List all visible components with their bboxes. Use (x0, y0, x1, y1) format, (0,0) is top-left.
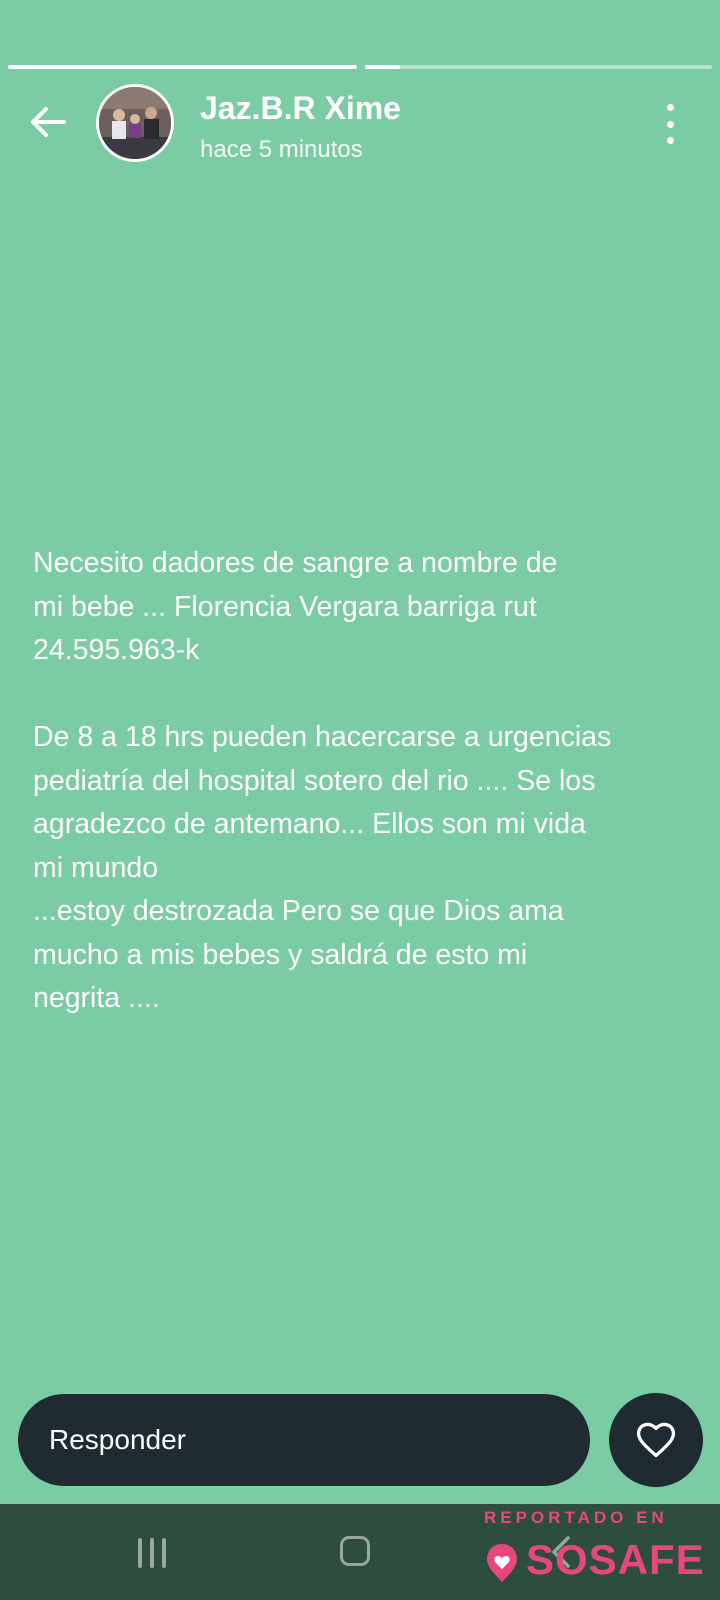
progress-segment-1 (8, 65, 357, 69)
more-vert-icon (666, 104, 674, 111)
more-options-button[interactable] (660, 104, 680, 144)
progress-fill-2 (365, 65, 400, 69)
home-icon[interactable] (340, 1536, 370, 1566)
heart-outline-icon (636, 1422, 676, 1458)
recents-icon[interactable] (138, 1538, 166, 1568)
reply-input[interactable]: Responder (18, 1394, 590, 1486)
arrow-left-icon (31, 107, 66, 137)
like-button[interactable] (609, 1393, 703, 1487)
story-progress (8, 65, 712, 69)
avatar-photo (99, 87, 171, 159)
watermark-caption: REPORTADO EN (484, 1508, 668, 1527)
reply-placeholder: Responder (49, 1424, 186, 1455)
story-time: hace 5 minutos (200, 136, 363, 163)
watermark-brand: SOSAFE (526, 1536, 705, 1583)
progress-segment-2 (365, 65, 712, 69)
progress-fill-1 (8, 65, 357, 69)
location-pin-icon (487, 1544, 517, 1582)
username[interactable]: Jaz.B.R Xime (200, 90, 401, 127)
sosafe-watermark: REPORTADO EN SOSAFE (484, 1508, 714, 1588)
avatar[interactable] (96, 84, 174, 162)
story-text: Necesito dadores de sangre a nombre de m… (33, 547, 612, 1014)
back-button[interactable] (26, 100, 70, 144)
